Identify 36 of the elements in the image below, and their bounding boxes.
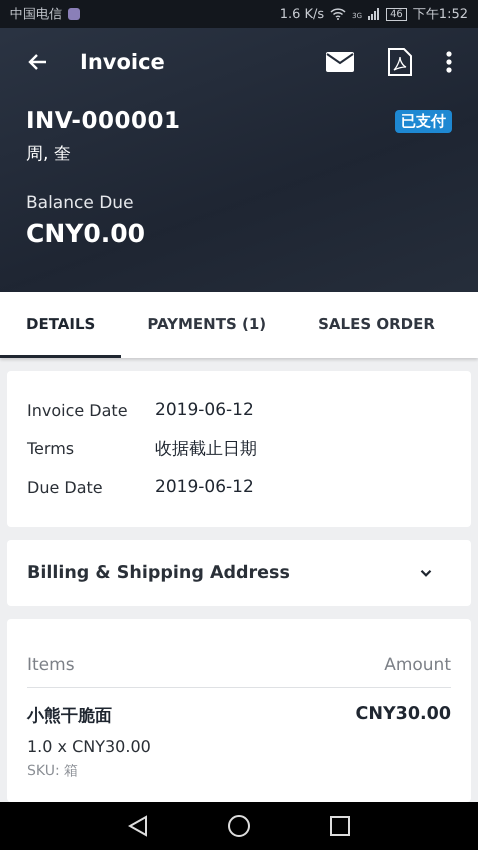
clock: 下午1:52 — [412, 6, 468, 23]
tab[interactable]: PAYMENTS (1) — [121, 292, 292, 358]
pdf-icon[interactable] — [388, 48, 412, 76]
detail-label: Invoice Date — [27, 400, 129, 420]
detail-value: 收据截止日期 — [155, 438, 257, 460]
item-name: 小熊干脆面 — [27, 705, 112, 727]
home-nav-icon[interactable] — [228, 815, 250, 837]
detail-label: Due Date — [27, 478, 104, 497]
detail-value: 2019-06-12 — [155, 400, 254, 420]
battery-level: 46 — [386, 8, 407, 20]
section-title: Billing & Shipping Address — [27, 562, 290, 583]
status-badge: 已支付 — [395, 110, 452, 132]
invoice-number: INV-000001 — [26, 108, 180, 134]
wifi-icon — [330, 8, 346, 20]
recents-nav-icon[interactable] — [330, 816, 350, 836]
item-quantity: 1.0 x CNY30.00 — [27, 737, 152, 756]
column-header: Items — [27, 655, 75, 675]
item-sku: SKU: 箱 — [27, 762, 80, 780]
detail-label: Terms — [27, 439, 76, 458]
screen-title: Invoice — [80, 50, 166, 74]
carrier-name: 中国电信 — [10, 6, 62, 23]
app-notification-icon — [68, 8, 80, 20]
network-speed: 1.6 K/s — [280, 6, 324, 22]
detail-value: 2019-06-12 — [155, 477, 254, 498]
balance-amount: CNY0.00 — [26, 219, 146, 248]
customer-name: 周, 奎 — [26, 143, 72, 165]
more-options-icon[interactable] — [446, 51, 452, 73]
address-section[interactable]: Billing & Shipping Address — [7, 540, 471, 606]
column-header: Amount — [384, 655, 451, 675]
signal-icon — [368, 8, 380, 20]
tab[interactable]: DETAILS — [0, 292, 122, 358]
item-amount: CNY30.00 — [355, 704, 451, 726]
tab[interactable]: SALES ORDER — [292, 292, 461, 358]
mail-icon[interactable] — [326, 52, 354, 72]
balance-label: Balance Due — [26, 193, 135, 213]
back-nav-icon[interactable] — [128, 815, 148, 837]
